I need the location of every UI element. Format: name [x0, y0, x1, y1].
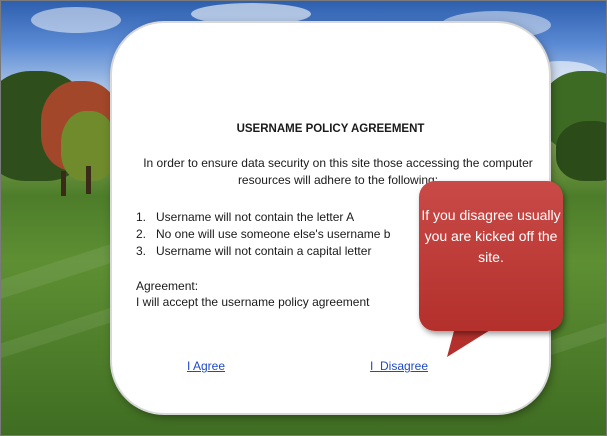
policy-rule: 3. Username will not contain a capital le… [136, 243, 390, 260]
callout-text: If you disagree usually you are kicked o… [421, 207, 561, 265]
policy-rule: 1. Username will not contain the letter A [136, 209, 390, 226]
cloud [31, 7, 121, 33]
agreement-statement: I will accept the username policy agreem… [136, 295, 370, 309]
rule-number: 1. [136, 210, 147, 224]
callout-box: If you disagree usually you are kicked o… [419, 181, 563, 331]
tree-trunk [86, 166, 91, 194]
policy-rules-list: 1. Username will not contain the letter A… [136, 209, 390, 260]
rule-text: Username will not contain a capital lett… [156, 244, 372, 258]
agreement-title: USERNAME POLICY AGREEMENT [236, 123, 425, 135]
policy-rule: 2. No one will use someone else's usernam… [136, 226, 390, 243]
tree-trunk [61, 171, 66, 196]
agree-link[interactable]: I Agree [187, 359, 225, 373]
rule-text: Username will not contain the letter A [156, 210, 355, 224]
rule-text: No one will use someone else's username … [156, 227, 391, 241]
rule-number: 3. [136, 244, 147, 258]
callout-bubble: If you disagree usually you are kicked o… [415, 177, 570, 367]
tree [556, 121, 606, 181]
cloud [191, 3, 311, 25]
agreement-heading: Agreement: [136, 279, 199, 293]
rule-number: 2. [136, 227, 147, 241]
screenshot-frame: USERNAME POLICY AGREEMENT In order to en… [0, 0, 607, 436]
